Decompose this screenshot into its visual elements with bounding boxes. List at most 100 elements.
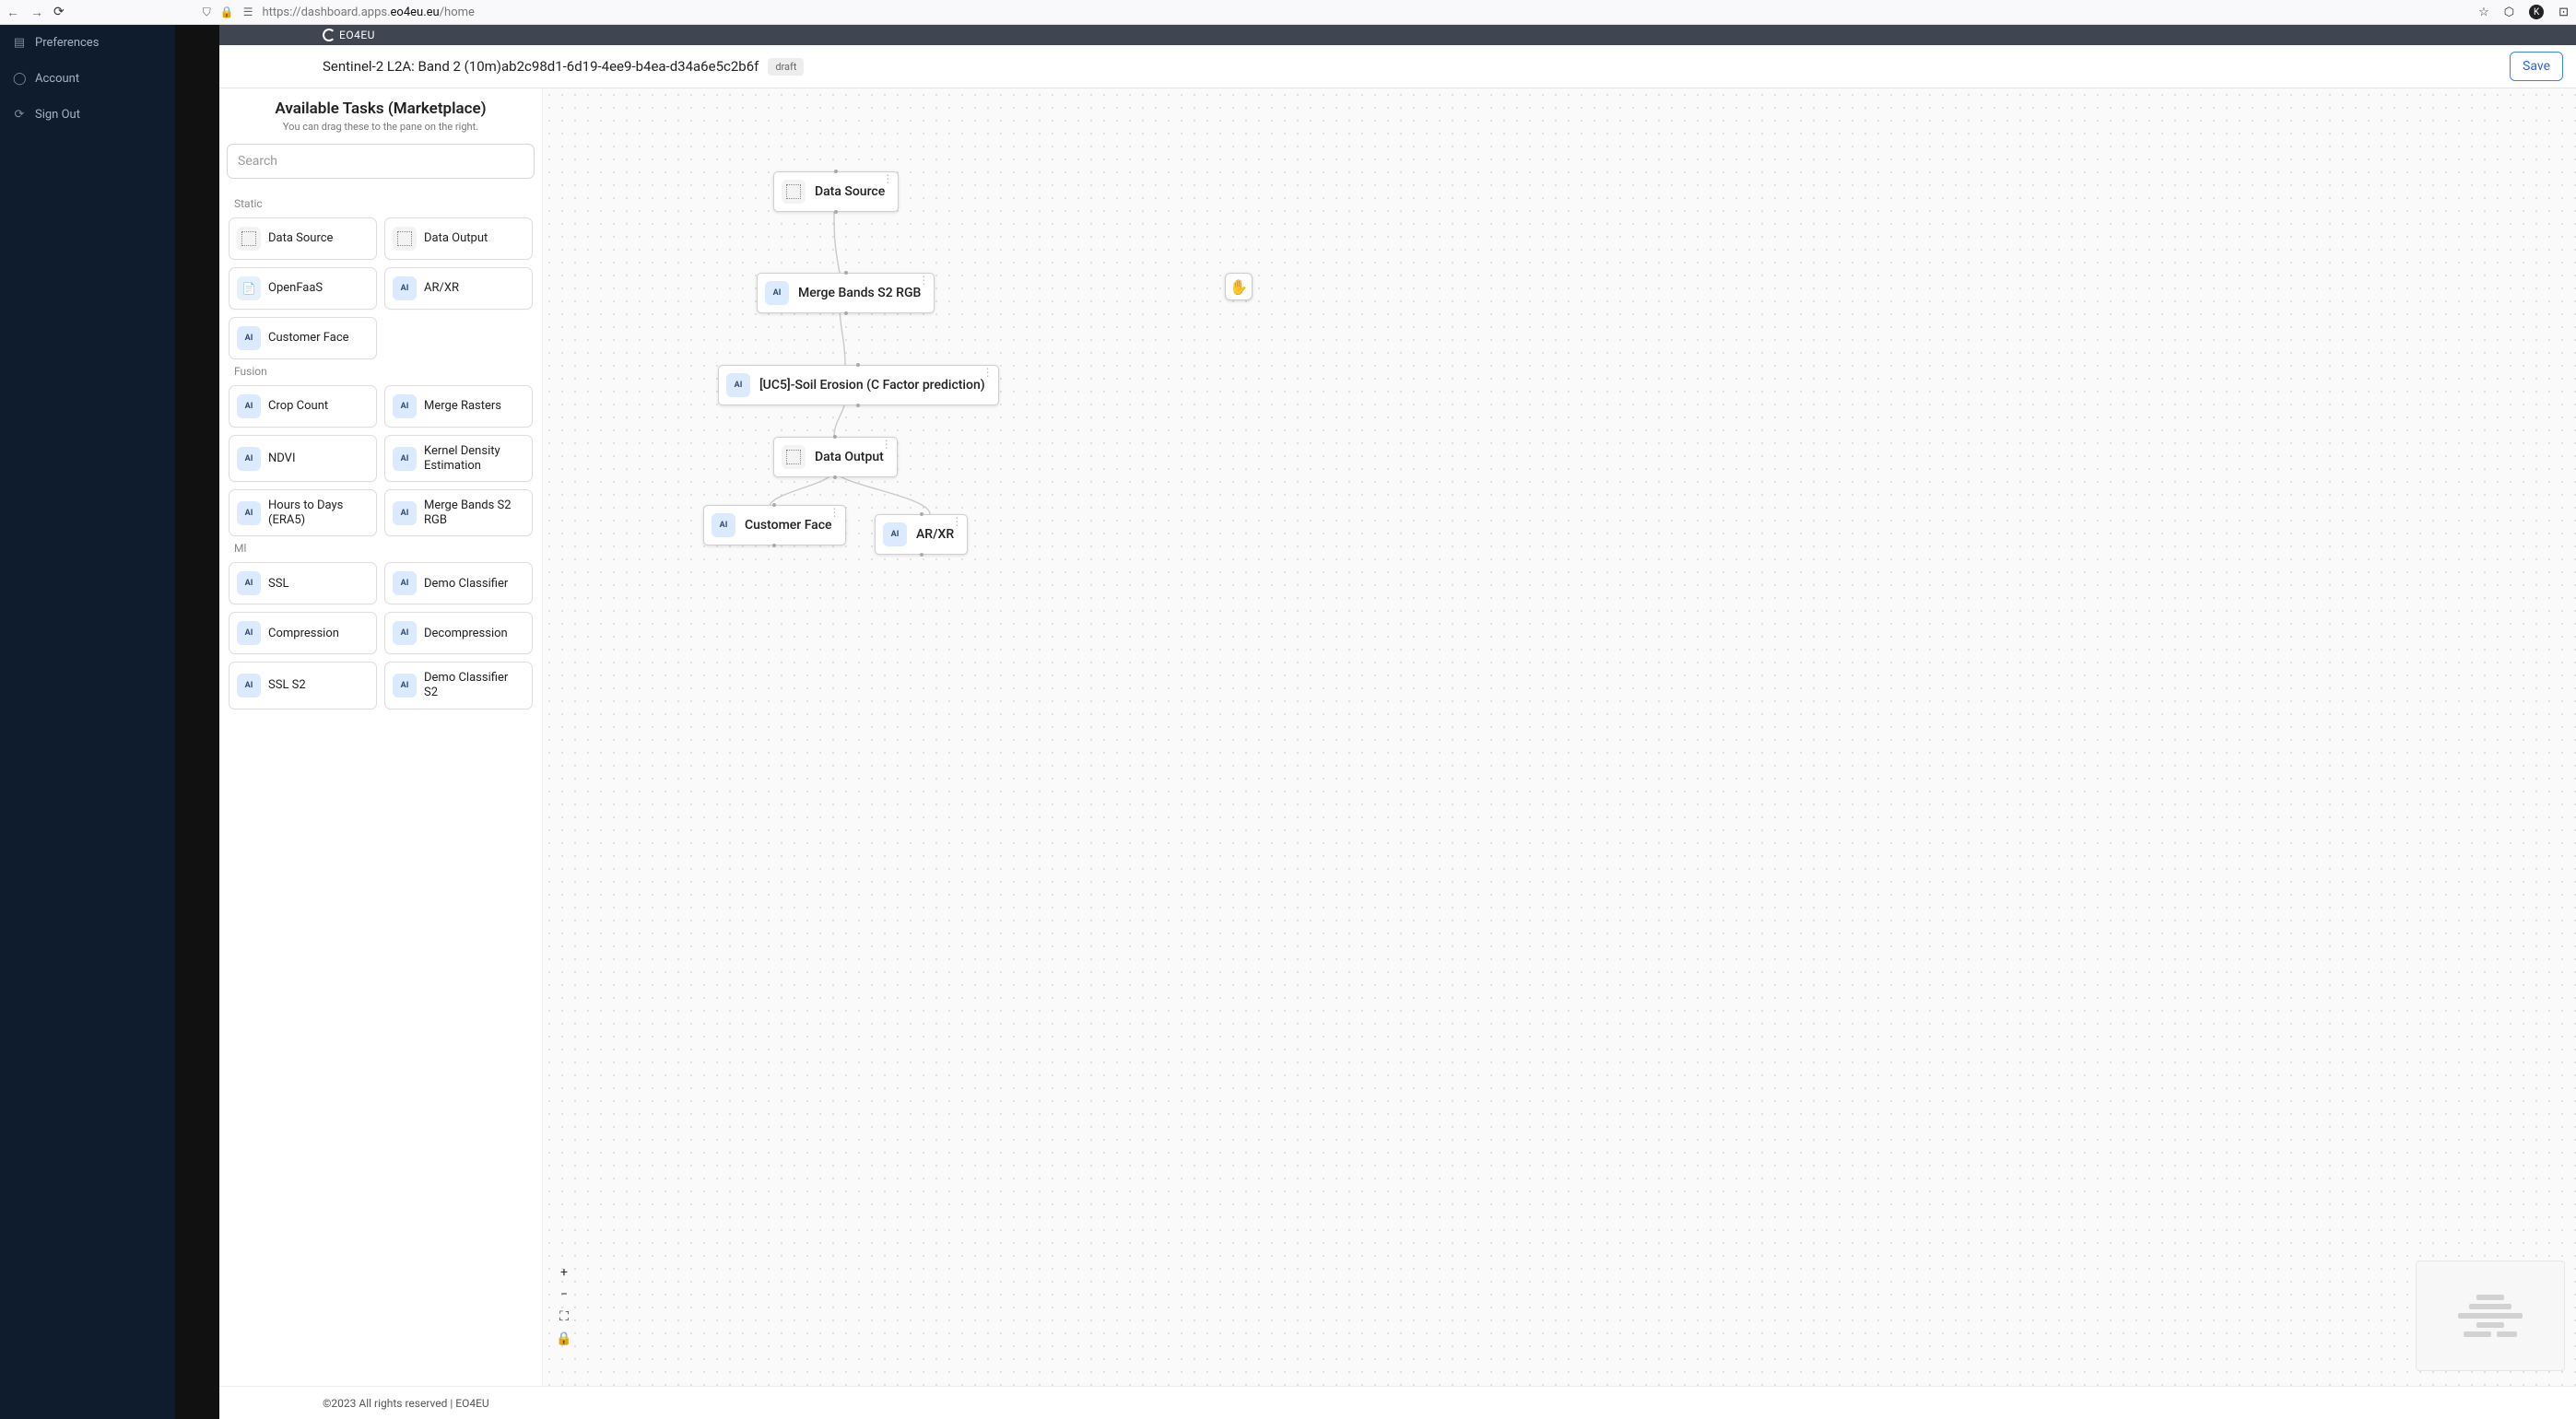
brand-logo[interactable]: EO4EU — [323, 29, 375, 41]
task-card[interactable]: SSL — [229, 562, 377, 604]
canvas-node[interactable]: AR/XR ⋮ — [875, 514, 968, 555]
task-group-label: Static — [227, 192, 535, 217]
task-card[interactable]: Customer Face — [229, 317, 377, 359]
zoom-out-button[interactable]: − — [556, 1286, 572, 1303]
extensions-icon[interactable]: ⊡ — [2558, 6, 2569, 19]
canvas-node[interactable]: Customer Face ⋮ — [703, 505, 846, 545]
task-label: OpenFaaS — [268, 281, 323, 296]
ai-icon — [393, 394, 417, 418]
port-bottom[interactable] — [833, 475, 837, 479]
permissions-icon[interactable]: ☰ — [243, 6, 253, 19]
forward-icon[interactable]: → — [29, 5, 44, 20]
canvas-node[interactable]: [UC5]-Soil Erosion (C Factor prediction)… — [718, 365, 999, 405]
node-label: Merge Bands S2 RGB — [798, 286, 921, 300]
node-menu-icon[interactable]: ⋮ — [882, 176, 893, 182]
node-menu-icon[interactable]: ⋮ — [829, 510, 841, 515]
task-card[interactable]: Kernel Density Estimation — [384, 435, 533, 482]
ai-icon — [393, 621, 417, 645]
shield-icon[interactable]: ⛉ — [203, 6, 211, 19]
bookmark-icon[interactable]: ☆ — [2478, 6, 2489, 19]
canvas-node[interactable]: Merge Bands S2 RGB ⋮ — [757, 273, 935, 313]
task-card[interactable]: Data Source — [229, 217, 377, 260]
ai-icon — [237, 447, 261, 471]
footer-text: ©2023 All rights reserved | EO4EU — [323, 1397, 489, 1410]
ai-icon — [237, 501, 261, 525]
node-label: [UC5]-Soil Erosion (C Factor prediction) — [759, 378, 985, 393]
node-menu-icon[interactable]: ⋮ — [982, 369, 994, 375]
pocket-icon[interactable]: ⬡ — [2504, 6, 2514, 19]
node-label: Data Source — [815, 184, 885, 199]
faas-icon — [237, 276, 261, 300]
minimap[interactable] — [2416, 1261, 2565, 1371]
sidebar-item-label: Sign Out — [35, 108, 80, 122]
port-top[interactable] — [772, 503, 776, 507]
app-sidebar: ▤ Preferences ◯ Account ⟳ Sign Out — [0, 25, 175, 1419]
port-top[interactable] — [856, 363, 860, 367]
task-label: Crop Count — [268, 399, 328, 414]
task-card[interactable]: Hours to Days (ERA5) — [229, 489, 377, 536]
sidebar-item-label: Preferences — [35, 36, 99, 50]
brand-name: EO4EU — [339, 29, 375, 41]
task-group-label: Ml — [227, 536, 535, 562]
search-input[interactable]: Search — [227, 144, 535, 179]
node-menu-icon[interactable]: ⋮ — [951, 519, 962, 524]
port-top[interactable] — [833, 435, 837, 439]
port-top[interactable] — [920, 512, 923, 516]
sidebar-item-signout[interactable]: ⟳ Sign Out — [0, 97, 175, 133]
tasks-heading: Available Tasks (Marketplace) — [227, 100, 535, 118]
task-card[interactable]: Demo Classifier S2 — [384, 662, 533, 709]
fit-view-button[interactable]: ⛶ — [556, 1308, 572, 1325]
reload-icon[interactable]: ⟳ — [53, 5, 65, 19]
back-icon[interactable]: ← — [6, 5, 20, 20]
task-card[interactable]: Crop Count — [229, 385, 377, 428]
task-label: AR/XR — [424, 281, 459, 296]
save-button[interactable]: Save — [2510, 52, 2563, 81]
port-bottom[interactable] — [920, 553, 923, 557]
port-bottom[interactable] — [844, 311, 848, 315]
signout-icon: ⟳ — [13, 108, 26, 122]
node-label: AR/XR — [916, 527, 954, 542]
canvas-node[interactable]: Data Source ⋮ — [773, 171, 899, 212]
workflow-header: Sentinel-2 L2A: Band 2 (10m)ab2c98d1-6d1… — [219, 45, 2576, 88]
ai-icon — [393, 571, 417, 595]
sidebar-gutter — [175, 25, 219, 1419]
sidebar-item-preferences[interactable]: ▤ Preferences — [0, 25, 175, 61]
sidebar-item-account[interactable]: ◯ Account — [0, 61, 175, 97]
task-card[interactable]: Decompression — [384, 612, 533, 654]
port-top[interactable] — [844, 271, 848, 275]
task-card[interactable]: AR/XR — [384, 267, 533, 310]
task-card[interactable]: NDVI — [229, 435, 377, 482]
task-card[interactable]: Merge Bands S2 RGB — [384, 489, 533, 536]
profile-avatar[interactable]: K — [2529, 5, 2544, 19]
grid-icon — [393, 227, 417, 251]
footer: ©2023 All rights reserved | EO4EU — [219, 1386, 2576, 1419]
address-bar[interactable]: https://dashboard.apps.eo4eu.eu/home — [262, 6, 474, 19]
zoom-in-button[interactable]: + — [556, 1264, 572, 1281]
task-card[interactable]: Merge Rasters — [384, 385, 533, 428]
task-label: Compression — [268, 627, 339, 641]
grid-icon — [237, 227, 261, 251]
sidebar-item-label: Account — [35, 72, 79, 86]
ai-icon — [393, 674, 417, 698]
task-card[interactable]: SSL S2 — [229, 662, 377, 709]
grid-icon — [782, 445, 806, 469]
lock-button[interactable]: 🔒 — [556, 1331, 572, 1347]
task-card[interactable]: Compression — [229, 612, 377, 654]
node-menu-icon[interactable]: ⋮ — [881, 441, 892, 447]
port-bottom[interactable] — [856, 404, 860, 407]
ai-icon — [237, 326, 261, 350]
port-top[interactable] — [834, 170, 838, 173]
port-bottom[interactable] — [772, 544, 776, 547]
lock-icon[interactable]: 🔒 — [220, 6, 234, 19]
node-label: Customer Face — [745, 518, 832, 533]
task-card[interactable]: Demo Classifier — [384, 562, 533, 604]
node-menu-icon[interactable]: ⋮ — [918, 277, 929, 283]
logo-icon — [323, 29, 335, 41]
workflow-canvas[interactable]: Data Source⋮Merge Bands S2 RGB⋮[UC5]-Soi… — [543, 88, 2576, 1386]
task-label: Customer Face — [268, 331, 349, 346]
canvas-node[interactable]: Data Output⋮ — [773, 437, 898, 477]
ai-icon — [393, 501, 417, 525]
task-card[interactable]: Data Output — [384, 217, 533, 260]
port-bottom[interactable] — [834, 210, 838, 214]
task-card[interactable]: OpenFaaS — [229, 267, 377, 310]
